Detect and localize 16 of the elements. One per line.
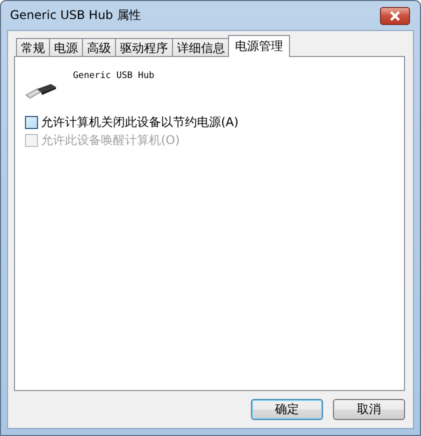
- checkbox-label: 允许计算机关闭此设备以节约电源(A): [41, 114, 239, 130]
- checkbox[interactable]: [25, 116, 38, 128]
- tab[interactable]: 电源: [49, 38, 83, 57]
- device-name: Generic USB Hub: [73, 71, 154, 83]
- dialog-button[interactable]: 确定: [251, 399, 323, 420]
- close-icon: [389, 10, 401, 20]
- checkbox-label: 允许此设备唤醒计算机(O): [41, 132, 180, 148]
- close-button[interactable]: [380, 6, 410, 24]
- tab[interactable]: 详细信息: [172, 38, 230, 57]
- usb-plug-icon: [25, 83, 57, 101]
- dialog-button[interactable]: 取消: [333, 399, 405, 420]
- tab[interactable]: 电源管理: [228, 35, 290, 57]
- tab[interactable]: 高级: [82, 38, 116, 57]
- tab[interactable]: 驱动程序: [115, 38, 173, 57]
- window-title: Generic USB Hub 属性: [10, 7, 142, 24]
- tab[interactable]: 常规: [16, 38, 50, 57]
